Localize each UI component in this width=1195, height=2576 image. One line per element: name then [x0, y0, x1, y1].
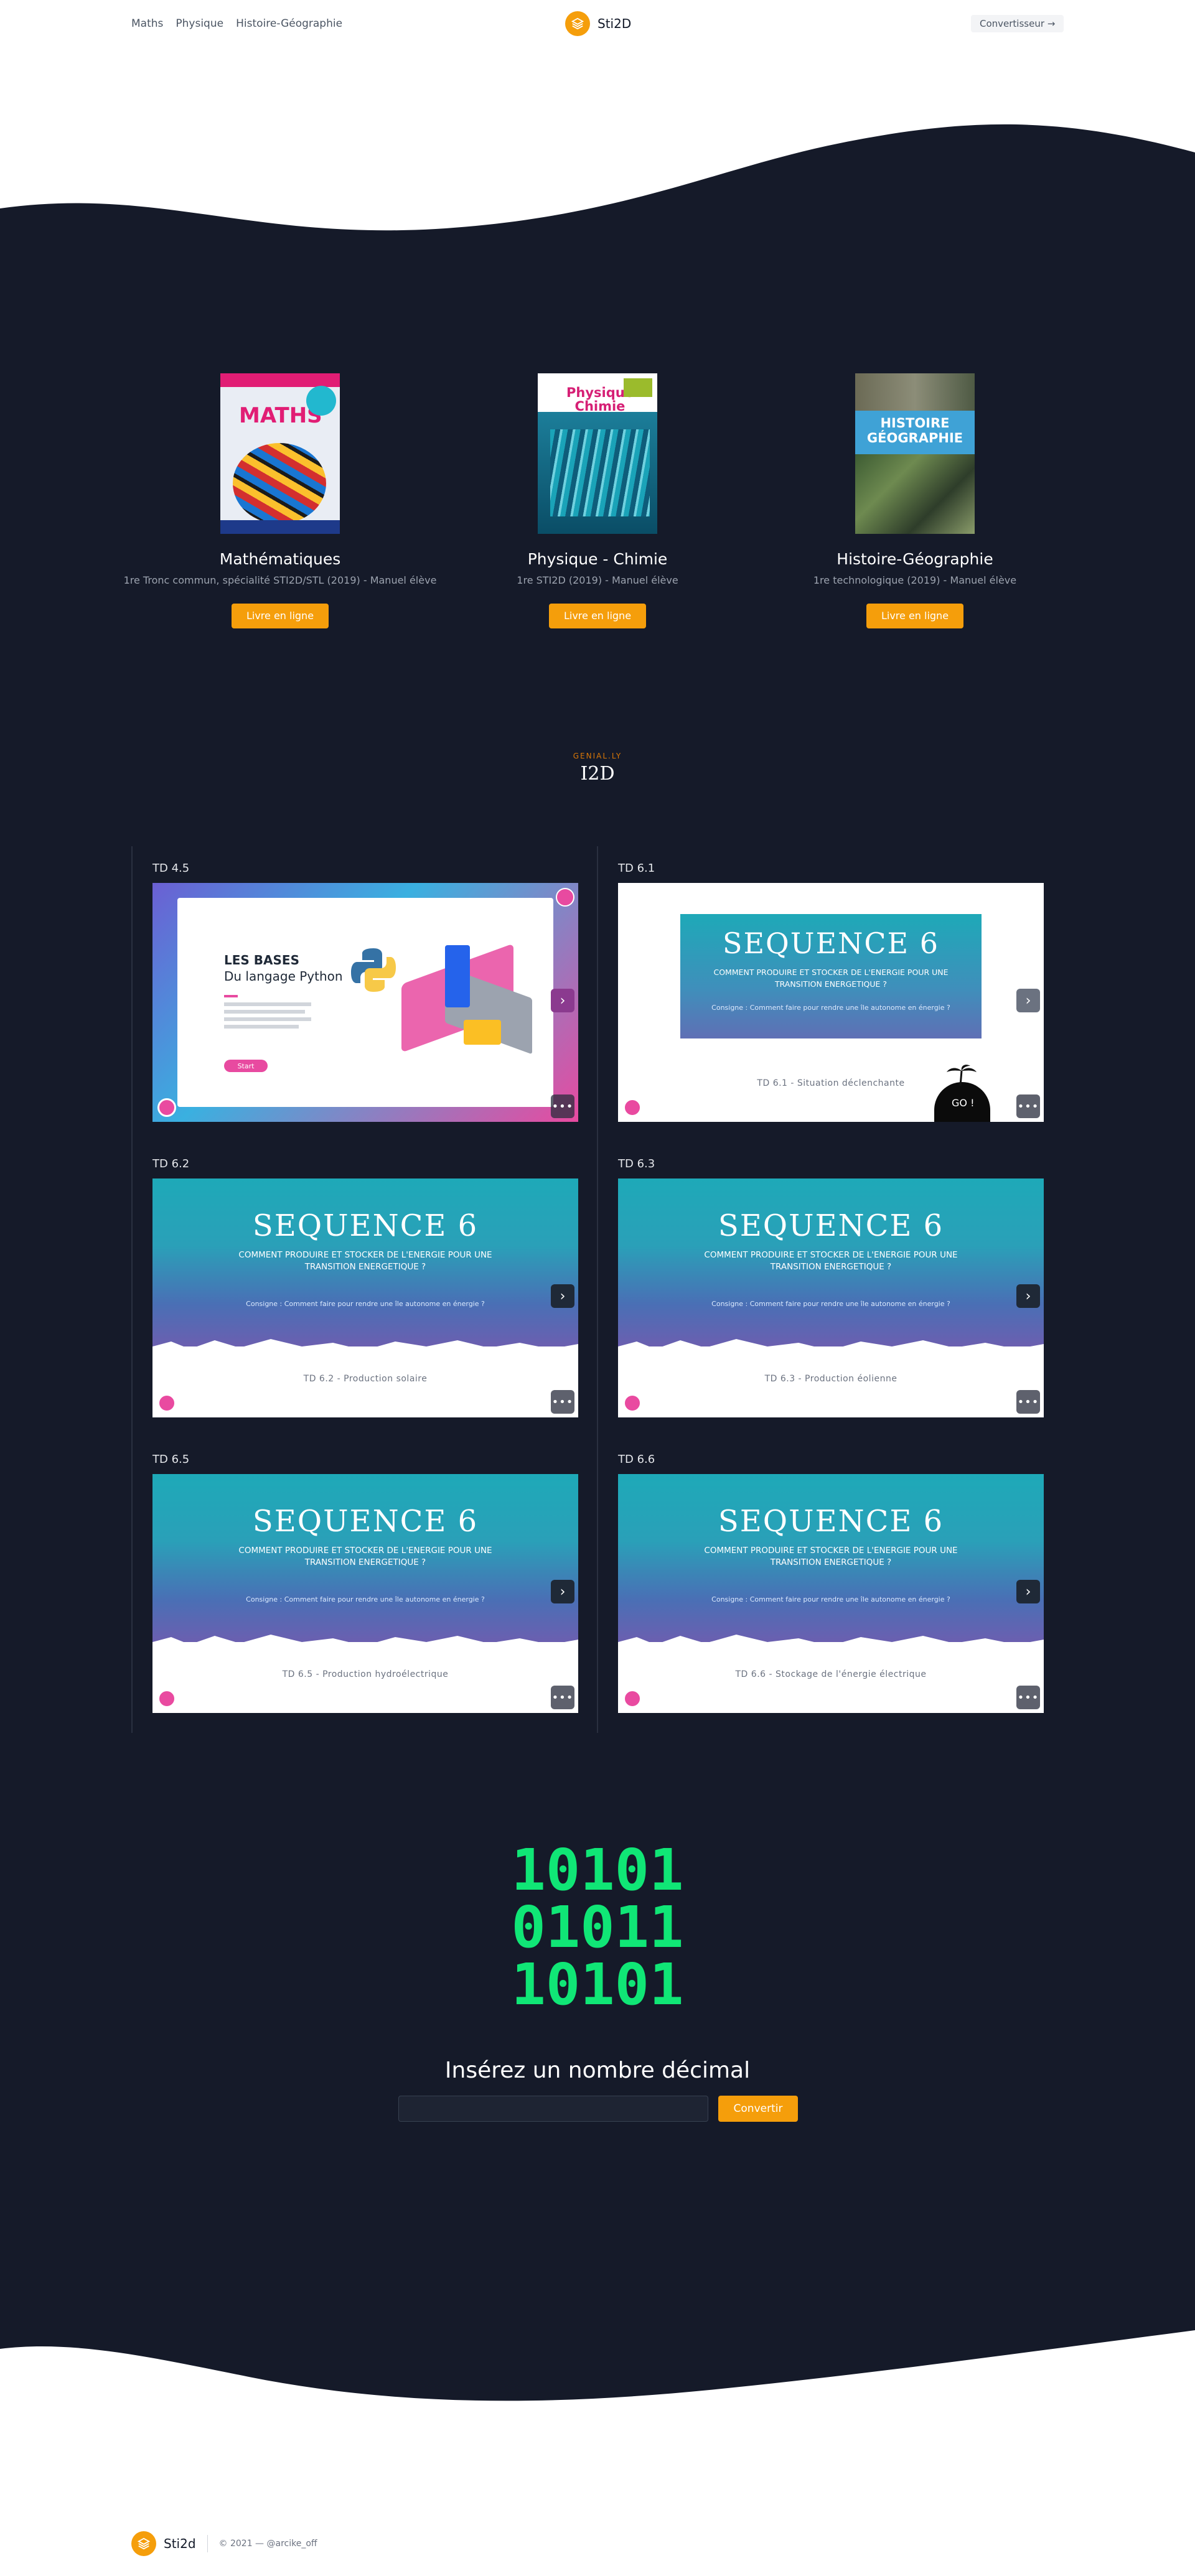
- td-card: TD 6.3 SEQUENCE 6 Comment produire et st…: [618, 1157, 1044, 1417]
- td-label: TD 6.1: [618, 862, 655, 875]
- main-nav: Maths Physique Histoire-Géographie: [131, 17, 342, 30]
- palm-tree-icon: [942, 1063, 979, 1086]
- book-subtitle: 1re STI2D (2019) - Manuel élève: [517, 574, 678, 586]
- convert-button[interactable]: Convertir: [718, 2096, 798, 2122]
- go-label: GO !: [952, 1097, 975, 1109]
- td-label: TD 6.5: [152, 1453, 190, 1466]
- genially-embed[interactable]: SEQUENCE 6 Comment produire et stocker d…: [152, 1178, 578, 1417]
- next-slide-button[interactable]: ›: [551, 989, 574, 1012]
- genially-logo-icon: [623, 1098, 642, 1117]
- td-label: TD 4.5: [152, 862, 190, 875]
- book-subtitle: 1re technologique (2019) - Manuel élève: [813, 574, 1017, 586]
- nav-link-histoire-geographie[interactable]: Histoire-Géographie: [236, 17, 342, 30]
- next-slide-button[interactable]: ›: [1016, 1580, 1040, 1603]
- next-slide-button[interactable]: ›: [551, 1580, 574, 1603]
- more-options-button[interactable]: •••: [1016, 1686, 1040, 1709]
- td-card: TD 6.1 SEQUENCE 6 Comment produire et st…: [618, 862, 1044, 1122]
- book-cover-physique[interactable]: Physique Chimie: [538, 373, 657, 534]
- slide-footer: TD 6.5 - Production hydroélectrique: [282, 1669, 449, 1679]
- layers-logo-icon[interactable]: [131, 2531, 156, 2556]
- footer-copyright: © 2021 — @arcike_off: [218, 2539, 317, 2549]
- genially-embed[interactable]: SEQUENCE 6 Comment produire et stocker d…: [618, 883, 1044, 1122]
- layers-logo-icon: [565, 11, 590, 36]
- td-label: TD 6.6: [618, 1453, 655, 1466]
- next-slide-button[interactable]: ›: [1016, 1284, 1040, 1308]
- genially-embed[interactable]: SEQUENCE 6 Comment produire et stocker d…: [152, 1474, 578, 1713]
- more-options-button[interactable]: •••: [551, 1686, 574, 1709]
- td-card: TD 6.6 SEQUENCE 6 Comment produire et st…: [618, 1453, 1044, 1713]
- bottom-wave-divider: [0, 2302, 1195, 2401]
- genially-embed[interactable]: SEQUENCE 6 Comment produire et stocker d…: [618, 1178, 1044, 1417]
- site-footer: Sti2d © 2021 — @arcike_off: [131, 2531, 317, 2556]
- top-wave-divider: [0, 124, 1195, 236]
- grid-divider-left: [131, 846, 133, 1733]
- section-eyebrow: GENIAL.LY: [573, 752, 622, 760]
- fullscreen-icon[interactable]: [556, 888, 574, 907]
- genially-logo-icon: [157, 1098, 176, 1117]
- python-logo-icon: [349, 945, 398, 995]
- footer-divider: [207, 2535, 208, 2552]
- converter-button[interactable]: Convertisseur →: [971, 15, 1064, 32]
- slide-footer: TD 6.6 - Stockage de l'énergie électriqu…: [735, 1669, 927, 1679]
- brand-home-link[interactable]: Sti2D: [565, 11, 631, 36]
- next-slide-button[interactable]: ›: [1016, 989, 1040, 1012]
- genially-logo-icon: [157, 1394, 176, 1412]
- genially-embed[interactable]: SEQUENCE 6 Comment produire et stocker d…: [618, 1474, 1044, 1713]
- genially-logo-icon: [623, 1689, 642, 1708]
- more-options-button[interactable]: •••: [551, 1390, 574, 1414]
- book-card-histoire: HISTOIRE GÉOGRAPHIE Histoire-Géographie …: [753, 373, 1077, 628]
- book-title: Mathématiques: [219, 550, 341, 568]
- book-title: Histoire-Géographie: [836, 550, 993, 568]
- td-card: TD 6.5 SEQUENCE 6 Comment produire et st…: [152, 1453, 578, 1713]
- td-label: TD 6.2: [152, 1157, 190, 1170]
- genially-logo-icon: [623, 1394, 642, 1412]
- td-card: TD 6.2 SEQUENCE 6 Comment produire et st…: [152, 1157, 578, 1417]
- book-online-button[interactable]: Livre en ligne: [231, 604, 329, 628]
- slide-footer: TD 6.1 - Situation déclenchante: [757, 1078, 905, 1088]
- site-header: Maths Physique Histoire-Géographie Sti2D…: [0, 0, 1195, 50]
- td-card: TD 4.5 LES BASES Du langage Python Start…: [152, 862, 578, 1122]
- slide-footer: TD 6.2 - Production solaire: [303, 1374, 428, 1384]
- brand-name: Sti2D: [598, 16, 632, 31]
- book-card-maths: MATHS Mathématiques 1re Tronc commun, sp…: [118, 373, 442, 628]
- nav-link-physique[interactable]: Physique: [176, 17, 223, 30]
- footer-brand-name: Sti2d: [164, 2536, 196, 2551]
- genially-embed[interactable]: LES BASES Du langage Python Start › •••: [152, 883, 578, 1122]
- book-cover-histoire[interactable]: HISTOIRE GÉOGRAPHIE: [855, 373, 975, 534]
- book-subtitle: 1re Tronc commun, spécialité STI2D/STL (…: [123, 574, 437, 586]
- genially-logo-icon: [157, 1689, 176, 1708]
- book-online-button[interactable]: Livre en ligne: [548, 604, 647, 628]
- more-options-button[interactable]: •••: [1016, 1390, 1040, 1414]
- binary-illustration: 10101 01011 10101: [511, 1837, 684, 2018]
- book-title: Physique - Chimie: [527, 550, 668, 568]
- converter-title: Insérez un nombre décimal: [444, 2058, 751, 2083]
- next-slide-button[interactable]: ›: [551, 1284, 574, 1308]
- grid-divider-center: [597, 846, 598, 1733]
- more-options-button[interactable]: •••: [1016, 1094, 1040, 1118]
- more-options-button[interactable]: •••: [551, 1094, 574, 1118]
- td-label: TD 6.3: [618, 1157, 655, 1170]
- slide-start-button: Start: [224, 1060, 268, 1072]
- nav-link-maths[interactable]: Maths: [131, 17, 163, 30]
- section-title: I2D: [580, 763, 615, 785]
- book-online-button[interactable]: Livre en ligne: [866, 604, 964, 628]
- book-card-physique: Physique Chimie Physique - Chimie 1re ST…: [436, 373, 759, 628]
- decimal-input[interactable]: [398, 2096, 708, 2122]
- book-cover-maths[interactable]: MATHS: [220, 373, 340, 534]
- slide-footer: TD 6.3 - Production éolienne: [764, 1374, 897, 1384]
